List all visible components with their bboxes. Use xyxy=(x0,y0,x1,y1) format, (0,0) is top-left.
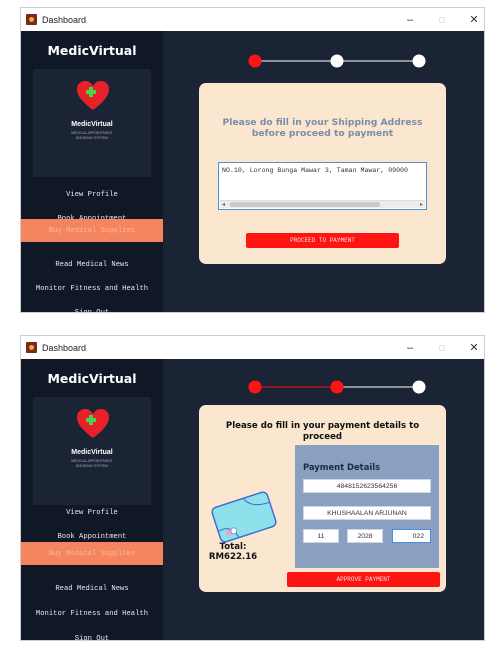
logo-subtitle: MEDICAL APPOINTMENT BOOKING SYSTEM xyxy=(33,131,151,140)
step-3-dot xyxy=(412,380,426,394)
brand-title: MedicVirtual xyxy=(47,371,137,386)
total-value: RM622.16 xyxy=(208,552,258,562)
payment-details-panel: Payment Details 4848152623564256 KHUSHAA… xyxy=(295,445,439,568)
payment-prompt-line-1: Please do fill in your payment details t… xyxy=(225,421,420,431)
title-bar: Dashboard – □ ✕ xyxy=(21,8,484,31)
logo-name: MedicVirtual xyxy=(71,121,113,128)
menu-read-medical-news[interactable]: Read Medical News xyxy=(21,253,163,276)
logo-sub-line-2: BOOKING SYSTEM xyxy=(76,463,108,468)
shipping-prompt-line-2: before proceed to payment xyxy=(251,128,394,139)
credit-card-icon xyxy=(211,491,277,543)
logo-subtitle: MEDICAL APPOINTMENT BOOKING SYSTEM xyxy=(33,459,151,468)
menu-monitor-fitness[interactable]: Monitor Fitness and Health xyxy=(21,602,163,625)
expiry-year-input[interactable]: 2028 xyxy=(347,529,383,543)
progress-stepper xyxy=(248,54,426,68)
app-icon xyxy=(26,14,37,25)
minimize-icon[interactable]: – xyxy=(404,342,416,354)
window-title: Dashboard xyxy=(42,342,87,353)
expiry-month-input[interactable]: 11 xyxy=(303,529,339,543)
maximize-icon[interactable]: □ xyxy=(436,15,448,25)
total-amount: Total: RM622.16 xyxy=(203,542,263,562)
approve-payment-button[interactable]: APPROVE PAYMENT xyxy=(287,572,440,587)
menu-monitor-fitness[interactable]: Monitor Fitness and Health xyxy=(21,277,163,300)
heart-cross-icon xyxy=(77,409,109,438)
menu-read-medical-news[interactable]: Read Medical News xyxy=(21,577,163,600)
card-number-input[interactable]: 4848152623564256 xyxy=(303,479,431,493)
main-content: Please do fill in your payment details t… xyxy=(163,359,484,640)
menu-buy-medical-supplies[interactable]: Buy Medical Supplies xyxy=(21,542,163,565)
total-label: Total: xyxy=(219,542,247,552)
payment-card: Please do fill in your payment details t… xyxy=(199,405,446,592)
logo: MedicVirtual MEDICAL APPOINTMENT BOOKING… xyxy=(33,69,151,177)
shipping-address-input[interactable]: NO.10, Lorong Bunga Mawar 3, Taman Mawar… xyxy=(218,162,427,210)
brand-title: MedicVirtual xyxy=(47,43,137,58)
scroll-left-icon[interactable]: ◂ xyxy=(222,201,225,209)
menu-sign-out[interactable]: Sign Out xyxy=(21,301,163,324)
dashboard-window-shipping: Dashboard – □ ✕ MedicVirtual MedicVirtua… xyxy=(20,7,485,317)
step-2-dot xyxy=(330,54,344,68)
window-title: Dashboard xyxy=(42,14,87,25)
app-icon xyxy=(26,342,37,353)
step-2-dot xyxy=(330,380,344,394)
proceed-to-payment-button[interactable]: PROCEED TO PAYMENT xyxy=(246,233,399,248)
shipping-prompt-line-1: Please do fill in your Shipping Address xyxy=(222,117,423,128)
maximize-icon[interactable]: □ xyxy=(436,343,448,353)
logo-name: MedicVirtual xyxy=(71,449,113,456)
payment-prompt: Please do fill in your payment details t… xyxy=(219,421,426,443)
card-name-input[interactable]: KHUSHAALAN ARJUNAN xyxy=(303,506,431,520)
menu-view-profile[interactable]: View Profile xyxy=(21,501,163,524)
dashboard-window-payment: Dashboard – □ ✕ MedicVirtual MedicVirtua… xyxy=(20,335,485,643)
close-icon[interactable]: ✕ xyxy=(468,13,480,26)
title-bar: Dashboard – □ ✕ xyxy=(21,336,484,359)
step-3-dot xyxy=(412,54,426,68)
main-content: Please do fill in your Shipping Address … xyxy=(163,31,484,312)
sidebar: MedicVirtual MedicVirtual MEDICAL APPOIN… xyxy=(21,31,163,317)
cvv-input[interactable]: 022 xyxy=(392,529,431,543)
scroll-thumb[interactable] xyxy=(230,202,380,207)
step-1-dot xyxy=(248,380,262,394)
shipping-card: Please do fill in your Shipping Address … xyxy=(199,83,446,264)
shipping-prompt: Please do fill in your Shipping Address … xyxy=(219,117,426,139)
close-icon[interactable]: ✕ xyxy=(468,341,480,354)
horizontal-scrollbar[interactable]: ◂ ▸ xyxy=(220,200,425,208)
payment-details-title: Payment Details xyxy=(303,462,381,472)
step-1-dot xyxy=(248,54,262,68)
sidebar: MedicVirtual MedicVirtual MEDICAL APPOIN… xyxy=(21,359,163,643)
logo-sub-line-2: BOOKING SYSTEM xyxy=(76,135,108,140)
minimize-icon[interactable]: – xyxy=(404,14,416,26)
menu-view-profile[interactable]: View Profile xyxy=(21,183,163,206)
logo: MedicVirtual MEDICAL APPOINTMENT BOOKING… xyxy=(33,397,151,505)
payment-prompt-line-2: proceed xyxy=(302,432,343,442)
heart-cross-icon xyxy=(77,81,109,110)
scroll-right-icon[interactable]: ▸ xyxy=(420,201,423,209)
menu-sign-out[interactable]: Sign Out xyxy=(21,627,163,650)
menu-buy-medical-supplies[interactable]: Buy Medical Supplies xyxy=(21,219,163,242)
shipping-address-value: NO.10, Lorong Bunga Mawar 3, Taman Mawar… xyxy=(222,167,408,174)
